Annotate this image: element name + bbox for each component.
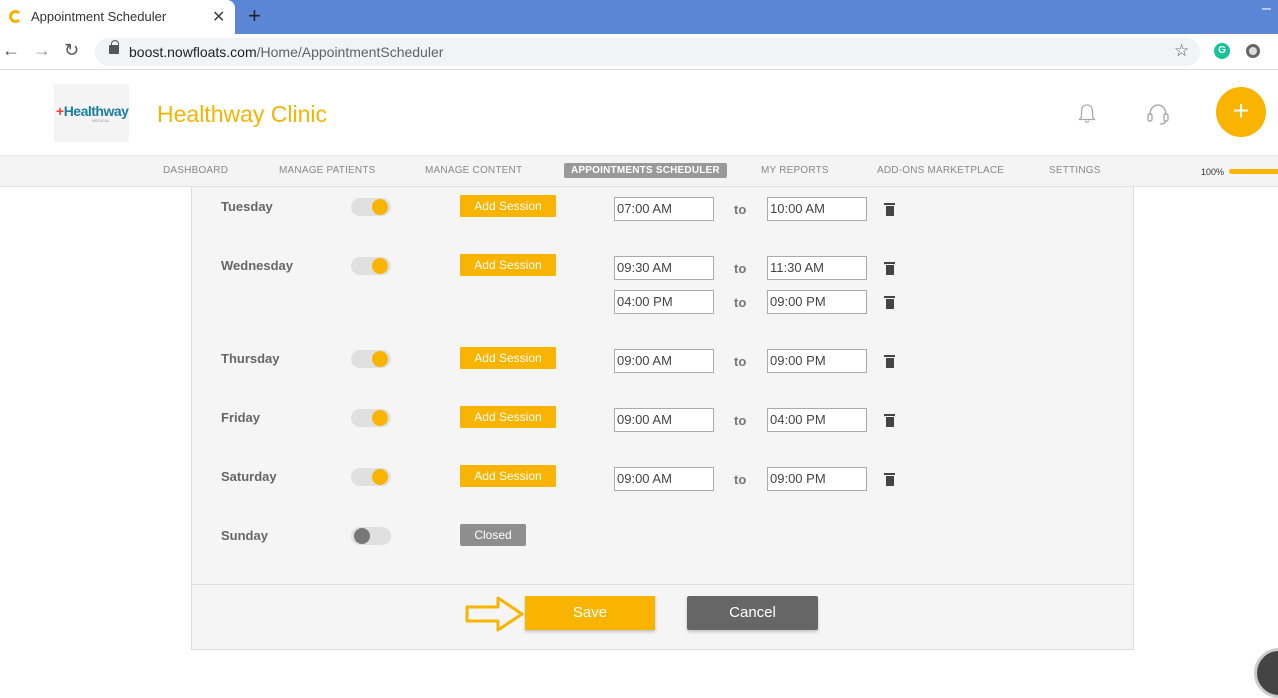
to-label: to: [734, 472, 747, 487]
address-bar: ← → ↻ boost.nowfloats.com/Home/Appointme…: [0, 34, 1278, 70]
day-toggle-tuesday[interactable]: [351, 198, 391, 216]
nav-dashboard[interactable]: DASHBOARD: [163, 165, 228, 176]
new-tab-button[interactable]: +: [248, 3, 261, 29]
to-label: to: [734, 354, 747, 369]
toggle-knob: [372, 469, 388, 485]
to-label: to: [734, 261, 747, 276]
progress-bar: [1229, 169, 1278, 174]
reload-icon[interactable]: ↻: [64, 40, 79, 61]
session-end-input[interactable]: 09:00 PM: [767, 349, 867, 373]
arrow-pointer-icon: [465, 596, 524, 632]
add-session-button-saturday[interactable]: Add Session: [460, 465, 556, 487]
day-label-saturday: Saturday: [221, 469, 277, 484]
progress-label: 100%: [1201, 167, 1225, 177]
nav-manage-patients[interactable]: MANAGE PATIENTS: [279, 165, 376, 176]
session-start-input[interactable]: 09:00 AM: [614, 349, 714, 373]
toggle-knob: [372, 258, 388, 274]
closed-badge-sunday: Closed: [460, 524, 526, 546]
add-session-button-thursday[interactable]: Add Session: [460, 347, 556, 369]
day-label-friday: Friday: [221, 410, 261, 425]
day-toggle-sunday[interactable]: [351, 527, 391, 545]
session-end-input[interactable]: 04:00 PM: [767, 408, 867, 432]
chat-widget-button[interactable]: [1254, 648, 1278, 698]
cancel-button[interactable]: Cancel: [687, 596, 818, 630]
browser-tab[interactable]: Appointment Scheduler ✕: [0, 0, 235, 34]
add-fab-button[interactable]: +: [1216, 87, 1266, 137]
nav-addons-marketplace[interactable]: ADD-ONS MARKETPLACE: [877, 165, 1004, 176]
day-toggle-wednesday[interactable]: [351, 257, 391, 275]
session-end-input[interactable]: 09:00 PM: [767, 290, 867, 314]
add-session-button-friday[interactable]: Add Session: [460, 406, 556, 428]
tab-title: Appointment Scheduler: [31, 9, 167, 24]
session-start-input[interactable]: 09:00 AM: [614, 408, 714, 432]
minimize-button[interactable]: –: [1262, 0, 1271, 18]
to-label: to: [734, 413, 747, 428]
add-session-button-tuesday[interactable]: Add Session: [460, 195, 556, 217]
session-end-input[interactable]: 09:00 PM: [767, 467, 867, 491]
nav-settings[interactable]: SETTINGS: [1049, 165, 1101, 176]
clinic-logo[interactable]: +Healthway MEDICAL: [54, 84, 129, 142]
main-nav: DASHBOARD MANAGE PATIENTS MANAGE CONTENT…: [0, 156, 1278, 187]
nav-my-reports[interactable]: MY REPORTS: [761, 165, 829, 176]
day-label-tuesday: Tuesday: [221, 199, 273, 214]
nav-manage-content[interactable]: MANAGE CONTENT: [425, 165, 522, 176]
to-label: to: [734, 295, 747, 310]
support-headset-icon[interactable]: [1146, 103, 1170, 125]
delete-session-icon[interactable]: [884, 203, 895, 216]
favicon-icon: [9, 10, 22, 23]
lock-icon: [109, 40, 119, 54]
delete-session-icon[interactable]: [884, 414, 895, 427]
day-toggle-thursday[interactable]: [351, 350, 391, 368]
day-toggle-saturday[interactable]: [351, 468, 391, 486]
session-start-input[interactable]: 07:00 AM: [614, 197, 714, 221]
session-start-input[interactable]: 04:00 PM: [614, 290, 714, 314]
schedule-list: Tuesday Add Session 07:00 AM to 10:00 AM…: [192, 187, 1133, 585]
add-session-button-wednesday[interactable]: Add Session: [460, 254, 556, 276]
toggle-knob: [354, 528, 370, 544]
day-label-sunday: Sunday: [221, 528, 268, 543]
bell-icon[interactable]: [1078, 104, 1096, 124]
nav-appointments-scheduler[interactable]: APPOINTMENTS SCHEDULER: [564, 163, 727, 178]
toggle-knob: [372, 410, 388, 426]
logo-subtitle: MEDICAL: [92, 118, 110, 123]
logo-wordmark: +Healthway: [56, 103, 129, 119]
save-button[interactable]: Save: [525, 596, 655, 630]
toggle-knob: [372, 351, 388, 367]
session-end-input[interactable]: 11:30 AM: [767, 256, 867, 280]
url-path: /Home/AppointmentScheduler: [256, 44, 444, 60]
session-end-input[interactable]: 10:00 AM: [767, 197, 867, 221]
clinic-name: Healthway Clinic: [157, 101, 328, 127]
delete-session-icon[interactable]: [884, 296, 895, 309]
app-header: +Healthway MEDICAL Healthway Clinic +: [0, 71, 1278, 156]
day-label-thursday: Thursday: [221, 351, 280, 366]
bookmark-star-icon[interactable]: ☆: [1174, 41, 1189, 61]
session-start-input[interactable]: 09:00 AM: [614, 467, 714, 491]
forward-icon[interactable]: →: [33, 40, 51, 61]
browser-tab-bar: Appointment Scheduler ✕ + –: [0, 0, 1278, 34]
session-start-input[interactable]: 09:30 AM: [614, 256, 714, 280]
delete-session-icon[interactable]: [884, 473, 895, 486]
day-toggle-friday[interactable]: [351, 409, 391, 427]
url-text: boost.nowfloats.com/Home/AppointmentSche…: [129, 44, 443, 60]
back-icon[interactable]: ←: [2, 40, 20, 61]
delete-session-icon[interactable]: [884, 355, 895, 368]
url-host: boost.nowfloats.com: [129, 44, 257, 60]
close-tab-icon[interactable]: ✕: [212, 7, 225, 27]
day-label-wednesday: Wednesday: [221, 258, 294, 273]
url-field[interactable]: boost.nowfloats.com/Home/AppointmentSche…: [95, 38, 1200, 66]
to-label: to: [734, 202, 747, 217]
schedule-panel: Tuesday Add Session 07:00 AM to 10:00 AM…: [191, 187, 1134, 650]
delete-session-icon[interactable]: [884, 262, 895, 275]
extension-icon[interactable]: [1246, 44, 1260, 58]
grammarly-extension-icon[interactable]: G: [1214, 43, 1230, 59]
toggle-knob: [372, 199, 388, 215]
